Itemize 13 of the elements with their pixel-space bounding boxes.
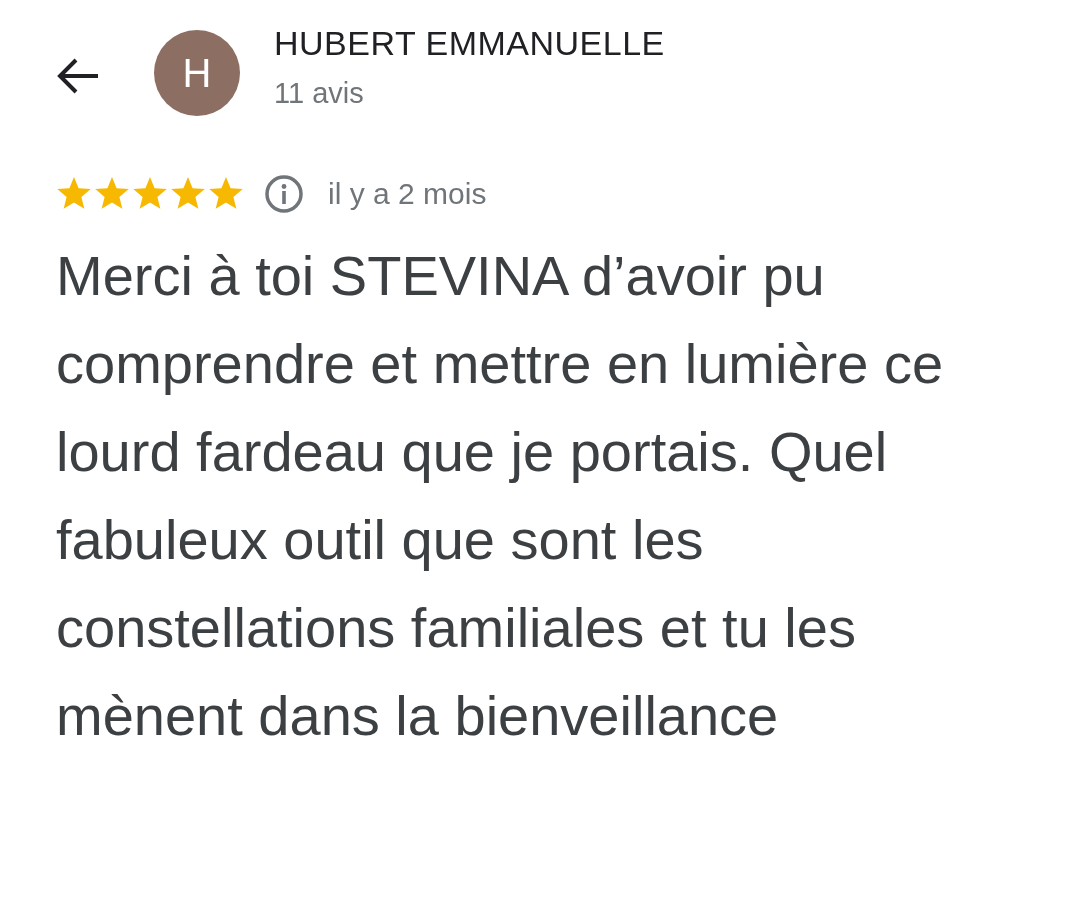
star-icon <box>56 177 92 211</box>
back-button[interactable] <box>56 58 100 94</box>
avatar: H <box>154 30 240 116</box>
review-time: il y a 2 mois <box>328 177 487 211</box>
star-icon <box>208 177 244 211</box>
star-icon <box>170 177 206 211</box>
star-icon <box>132 177 168 211</box>
info-icon[interactable] <box>264 174 304 214</box>
review-text: Merci à toi STEVINA d’avoir pu comprendre et mettre en lumière ce lourd fardeau que je portais. Quel fabuleux outil que sont les constellations familiales et tu les mènent dans la bienveillance <box>56 243 945 749</box>
star-icon <box>94 177 130 211</box>
review-count: 11 avis <box>274 77 365 110</box>
back-arrow-icon <box>56 58 100 94</box>
reviewer-name[interactable]: HUBERT EMMANUELLE <box>274 24 665 63</box>
